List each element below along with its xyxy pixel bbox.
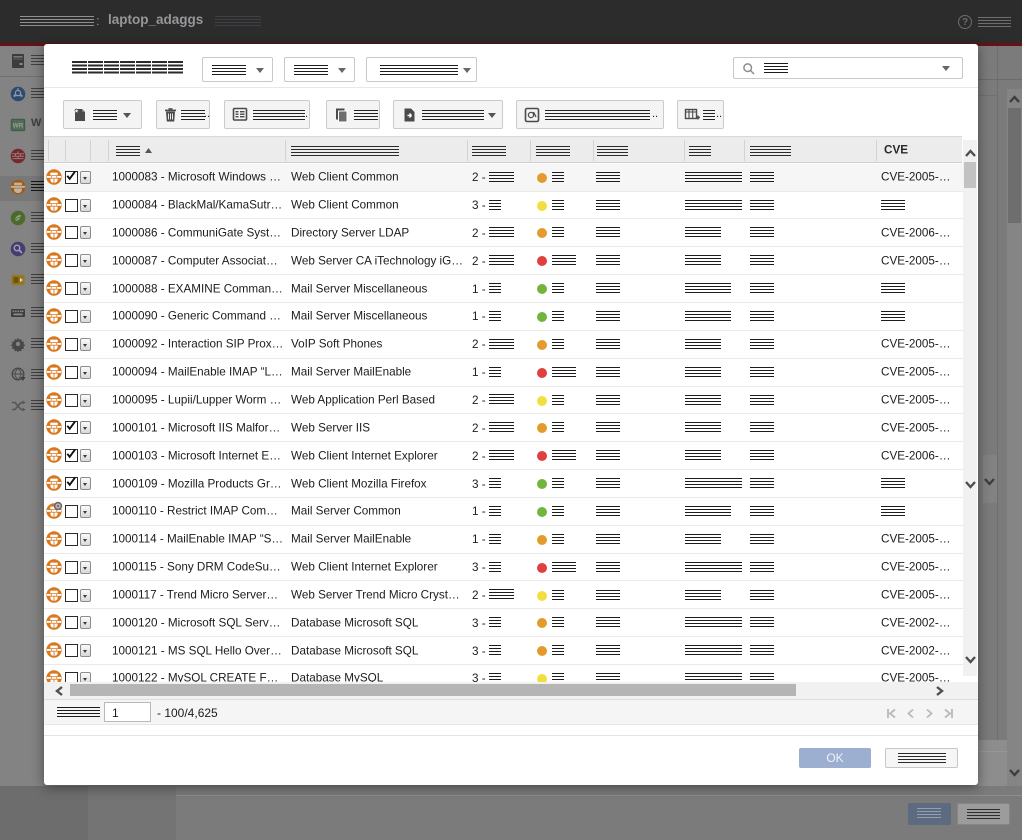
svg-text:WR: WR xyxy=(13,123,24,130)
